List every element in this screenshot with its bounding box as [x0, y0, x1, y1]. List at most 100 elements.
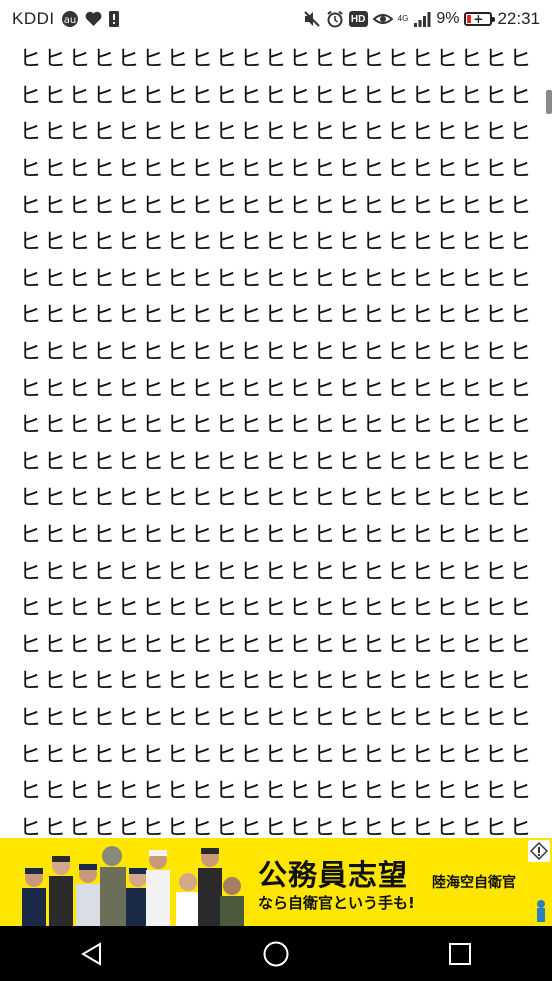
- text-character: ヒ: [215, 376, 238, 402]
- text-character: ヒ: [141, 193, 164, 219]
- text-character: ヒ: [386, 413, 409, 439]
- ad-headline: 公務員志望: [258, 858, 409, 892]
- text-character: ヒ: [411, 83, 434, 109]
- text-character: ヒ: [362, 596, 385, 622]
- text-character: ヒ: [460, 83, 483, 109]
- text-character: ヒ: [362, 449, 385, 475]
- text-character: ヒ: [92, 303, 115, 329]
- text-character: ヒ: [190, 157, 213, 183]
- text-character: ヒ: [117, 303, 140, 329]
- text-character: ヒ: [239, 449, 262, 475]
- text-character: ヒ: [19, 523, 42, 549]
- text-character: ヒ: [337, 559, 360, 585]
- text-character: ヒ: [239, 157, 262, 183]
- text-character: ヒ: [117, 669, 140, 695]
- text-character: ヒ: [313, 120, 336, 146]
- ad-banner[interactable]: 公務員志望 なら自衛官という手も! 陸海空自衛官: [0, 838, 552, 926]
- text-character: ヒ: [68, 413, 91, 439]
- sim-alert-icon: [108, 10, 120, 28]
- text-character: ヒ: [19, 47, 42, 73]
- text-character: ヒ: [264, 705, 287, 731]
- repeated-character-text: ヒヒヒヒヒヒヒヒヒヒヒヒヒヒヒヒヒヒヒヒヒヒヒヒヒヒヒヒヒヒヒヒヒヒヒヒヒヒヒヒ…: [18, 42, 538, 838]
- text-character: ヒ: [166, 596, 189, 622]
- text-character: ヒ: [337, 779, 360, 805]
- text-character: ヒ: [19, 340, 42, 366]
- text-character: ヒ: [68, 47, 91, 73]
- text-character: ヒ: [92, 157, 115, 183]
- text-character: ヒ: [362, 413, 385, 439]
- text-character: ヒ: [362, 486, 385, 512]
- text-line: ヒヒヒヒヒヒヒヒヒヒヒヒヒヒヒヒヒヒヒヒヒ: [18, 628, 538, 665]
- text-character: ヒ: [190, 193, 213, 219]
- text-character: ヒ: [43, 632, 66, 658]
- text-character: ヒ: [411, 230, 434, 256]
- back-triangle-icon[interactable]: [72, 934, 112, 974]
- text-character: ヒ: [313, 230, 336, 256]
- text-character: ヒ: [264, 47, 287, 73]
- text-character: ヒ: [264, 376, 287, 402]
- text-character: ヒ: [215, 705, 238, 731]
- text-character: ヒ: [68, 340, 91, 366]
- text-character: ヒ: [411, 376, 434, 402]
- carrier-label: KDDI: [12, 9, 55, 28]
- text-character: ヒ: [68, 193, 91, 219]
- text-character: ヒ: [19, 632, 42, 658]
- text-character: ヒ: [313, 303, 336, 329]
- text-character: ヒ: [484, 340, 507, 366]
- text-character: ヒ: [362, 47, 385, 73]
- text-character: ヒ: [68, 303, 91, 329]
- recents-square-icon[interactable]: [440, 934, 480, 974]
- text-character: ヒ: [288, 230, 311, 256]
- text-character: ヒ: [509, 157, 532, 183]
- text-character: ヒ: [190, 486, 213, 512]
- text-character: ヒ: [509, 523, 532, 549]
- text-line: ヒヒヒヒヒヒヒヒヒヒヒヒヒヒヒヒヒヒヒヒヒ: [18, 225, 538, 262]
- text-character: ヒ: [386, 266, 409, 292]
- text-character: ヒ: [337, 669, 360, 695]
- text-character: ヒ: [460, 193, 483, 219]
- ad-badge-label: 陸海空自衛官: [432, 875, 516, 891]
- text-character: ヒ: [313, 705, 336, 731]
- text-character: ヒ: [190, 669, 213, 695]
- text-character: ヒ: [386, 815, 409, 838]
- text-character: ヒ: [92, 449, 115, 475]
- text-line: ヒヒヒヒヒヒヒヒヒヒヒヒヒヒヒヒヒヒヒヒヒ: [18, 408, 538, 445]
- text-character: ヒ: [19, 83, 42, 109]
- text-character: ヒ: [166, 413, 189, 439]
- text-character: ヒ: [313, 266, 336, 292]
- text-character: ヒ: [92, 705, 115, 731]
- text-character: ヒ: [460, 120, 483, 146]
- text-content-area[interactable]: ヒヒヒヒヒヒヒヒヒヒヒヒヒヒヒヒヒヒヒヒヒヒヒヒヒヒヒヒヒヒヒヒヒヒヒヒヒヒヒヒ…: [0, 38, 552, 838]
- text-character: ヒ: [435, 303, 458, 329]
- text-character: ヒ: [264, 266, 287, 292]
- text-character: ヒ: [509, 669, 532, 695]
- text-character: ヒ: [43, 669, 66, 695]
- heart-icon: [85, 11, 102, 27]
- text-character: ヒ: [386, 486, 409, 512]
- text-character: ヒ: [43, 376, 66, 402]
- text-character: ヒ: [264, 779, 287, 805]
- text-character: ヒ: [460, 523, 483, 549]
- text-character: ヒ: [411, 523, 434, 549]
- text-character: ヒ: [68, 266, 91, 292]
- battery-charging-icon: +: [464, 12, 496, 26]
- ad-choices-icon[interactable]: [528, 840, 550, 862]
- text-character: ヒ: [386, 340, 409, 366]
- text-character: ヒ: [264, 83, 287, 109]
- scrollbar-thumb[interactable]: [546, 90, 552, 114]
- text-character: ヒ: [43, 47, 66, 73]
- au-logo-icon: au: [61, 10, 79, 28]
- text-character: ヒ: [239, 596, 262, 622]
- text-character: ヒ: [92, 413, 115, 439]
- text-character: ヒ: [43, 230, 66, 256]
- network-type: 4G: [397, 14, 409, 23]
- text-character: ヒ: [313, 632, 336, 658]
- text-character: ヒ: [141, 523, 164, 549]
- text-character: ヒ: [92, 486, 115, 512]
- text-character: ヒ: [190, 376, 213, 402]
- svg-text:au: au: [63, 15, 75, 26]
- text-character: ヒ: [141, 83, 164, 109]
- text-character: ヒ: [190, 559, 213, 585]
- home-circle-icon[interactable]: [256, 934, 296, 974]
- text-character: ヒ: [43, 83, 66, 109]
